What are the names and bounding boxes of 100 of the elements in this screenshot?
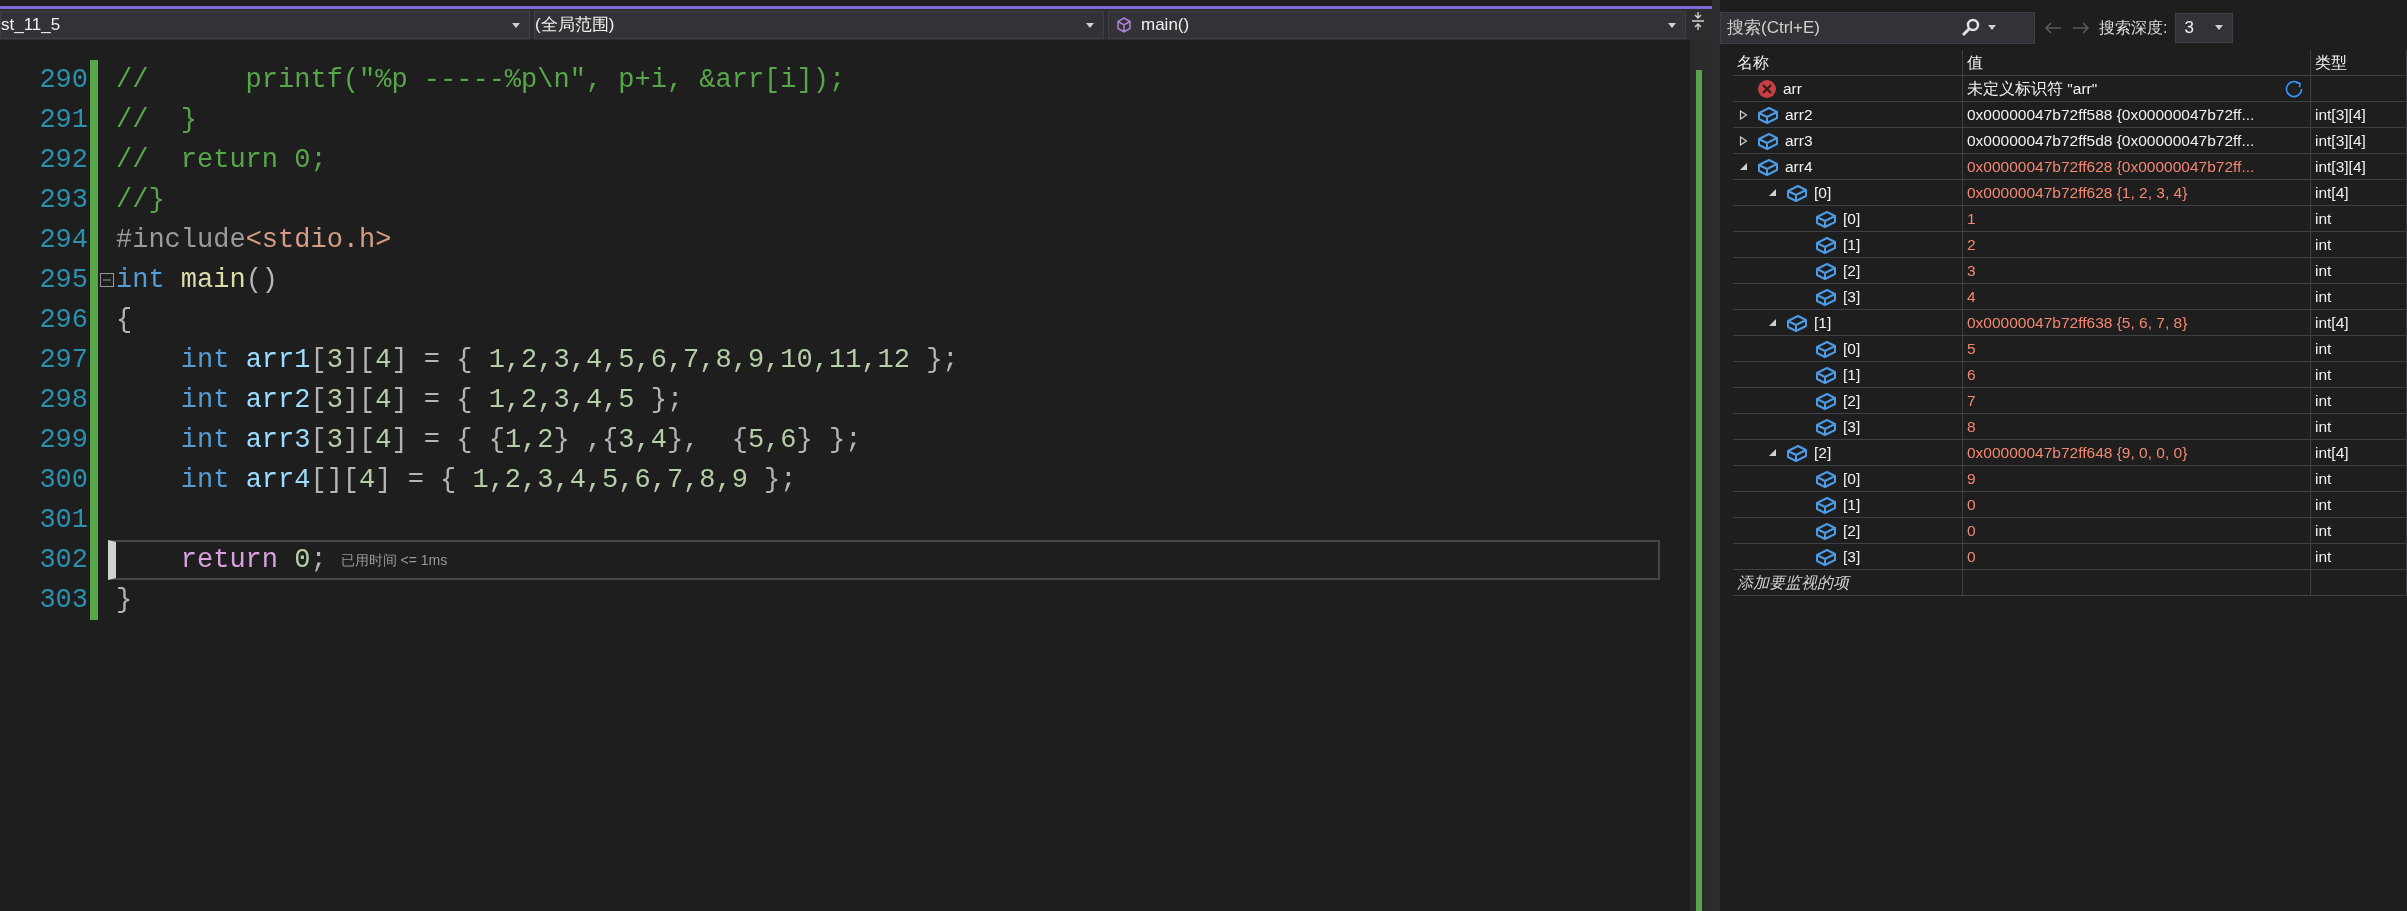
variable-type: int	[2315, 520, 2332, 541]
error-icon	[1757, 78, 1777, 99]
variable-name: [1]	[1843, 494, 1861, 515]
code-line: // printf("%p -----%p\n", p+i, &arr[i]);	[116, 64, 846, 97]
line-number: 296	[38, 304, 89, 337]
caret-icon	[511, 21, 521, 29]
project-dropdown[interactable]: st_11_5	[0, 11, 530, 39]
code-line: int arr4[][4] = { 1,2,3,4,5,6,7,8,9 };	[179, 464, 797, 497]
variable-name: [3]	[1843, 546, 1861, 567]
line-number: 294	[38, 224, 89, 257]
depth-dropdown[interactable]: 3	[2175, 12, 2234, 43]
collapsed-triangle-icon[interactable]	[1739, 109, 1748, 120]
search-icon[interactable]	[1961, 17, 1981, 38]
caret-icon	[1667, 21, 1677, 29]
variable-value: 0x00000047b72ff628 {1, 2, 3, 4}	[1967, 182, 2188, 203]
column-header[interactable]: 值	[1963, 50, 2311, 76]
variable-value: 8	[1967, 416, 1976, 437]
variable-name: [3]	[1843, 416, 1861, 437]
variable-value: 0	[1967, 546, 1976, 567]
expanded-triangle-icon[interactable]	[1768, 318, 1777, 327]
line-number: 293	[38, 184, 89, 217]
member-dropdown[interactable]: main()	[1108, 11, 1686, 39]
search-box[interactable]: 搜索(Ctrl+E)	[1720, 11, 2035, 44]
variable-name: arr	[1783, 78, 1802, 99]
variable-type: int	[2315, 286, 2332, 307]
line-number: 298	[38, 384, 89, 417]
expanded-triangle-icon[interactable]	[1739, 162, 1748, 171]
variable-type: int	[2315, 208, 2332, 229]
cube-icon	[1815, 234, 1837, 255]
code-line: // }	[116, 104, 197, 137]
variable-value: 9	[1967, 468, 1976, 489]
variable-value: 0x00000047b72ff638 {5, 6, 7, 8}	[1967, 312, 2188, 333]
variable-name: [2]	[1843, 520, 1861, 541]
variable-type: int[3][4]	[2315, 130, 2366, 151]
cube-icon	[1815, 494, 1837, 515]
variable-name: [1]	[1814, 312, 1832, 333]
variable-value: 4	[1967, 286, 1976, 307]
cube-icon	[1815, 338, 1837, 359]
variable-type: int	[2315, 494, 2332, 515]
refresh-icon[interactable]	[2284, 78, 2304, 99]
variable-name: [2]	[1814, 442, 1832, 463]
variable-type: int	[2315, 468, 2332, 489]
variable-name: [0]	[1843, 208, 1861, 229]
scope-dropdown[interactable]: (全局范围)	[534, 11, 1104, 39]
add-watch-field[interactable]: 添加要监视的项	[1737, 570, 1957, 595]
line-number: 291	[38, 104, 89, 137]
caret-icon[interactable]	[1987, 24, 1997, 31]
variable-name: arr4	[1785, 156, 1813, 177]
variable-value: 0x00000047b72ff588 {0x00000047b72ff...	[1967, 104, 2255, 125]
variable-name: [0]	[1843, 338, 1861, 359]
cube-icon	[1815, 260, 1837, 281]
collapse-icon[interactable]	[100, 273, 114, 287]
variable-name: [3]	[1843, 286, 1861, 307]
cube-icon	[1815, 390, 1837, 411]
variable-type: int[4]	[2315, 182, 2349, 203]
cube-icon	[1786, 312, 1808, 333]
variable-name: [1]	[1843, 234, 1861, 255]
line-number: 299	[38, 424, 89, 457]
scrollbar[interactable]	[1690, 40, 1712, 911]
variable-value: 3	[1967, 260, 1976, 281]
cube-icon	[1815, 364, 1837, 385]
collapsed-triangle-icon[interactable]	[1739, 135, 1748, 146]
column-header[interactable]: 名称	[1733, 50, 1963, 76]
variable-value: 0x00000047b72ff5d8 {0x00000047b72ff...	[1967, 130, 2255, 151]
variable-value: 0	[1967, 494, 1976, 515]
split-icon[interactable]	[1690, 11, 1706, 31]
cube-icon	[1757, 130, 1779, 151]
code-line: int main()	[116, 264, 279, 297]
code-line: //}	[116, 184, 165, 217]
depth-label: 搜索深度:	[2099, 17, 2168, 38]
variable-type: int[4]	[2315, 312, 2349, 333]
line-number: 300	[38, 464, 89, 497]
cube-icon	[1815, 208, 1837, 229]
variable-type: int[4]	[2315, 442, 2349, 463]
variable-name: arr3	[1785, 130, 1813, 151]
code-line: int arr2[3][4] = { 1,2,3,4,5 };	[179, 384, 684, 417]
code-line: return 0;	[179, 544, 327, 577]
variable-value: 1	[1967, 208, 1976, 229]
variable-type: int	[2315, 390, 2332, 411]
variable-value: 7	[1967, 390, 1976, 411]
variable-type: int	[2315, 260, 2332, 281]
variable-value: 6	[1967, 364, 1976, 385]
search-field[interactable]: 搜索(Ctrl+E)	[1721, 13, 1961, 42]
variable-name: [2]	[1843, 390, 1861, 411]
cube-icon	[1757, 104, 1779, 125]
variable-value: 未定义标识符 "arr"	[1967, 78, 2098, 99]
cube-icon	[1815, 546, 1837, 567]
code-line: int arr3[3][4] = { {1,2} ,{3,4}, {5,6} };	[179, 424, 862, 457]
line-number: 295	[38, 264, 89, 297]
variable-name: [2]	[1843, 260, 1861, 281]
line-number: 297	[38, 344, 89, 377]
expanded-triangle-icon[interactable]	[1768, 448, 1777, 457]
variable-value: 5	[1967, 338, 1976, 359]
cube-icon	[1786, 442, 1808, 463]
cube-icon	[1815, 520, 1837, 541]
variable-type: int	[2315, 234, 2332, 255]
line-number: 303	[38, 584, 89, 617]
column-header[interactable]: 类型	[2311, 50, 2407, 76]
code-line: }	[116, 584, 133, 617]
expanded-triangle-icon[interactable]	[1768, 188, 1777, 197]
